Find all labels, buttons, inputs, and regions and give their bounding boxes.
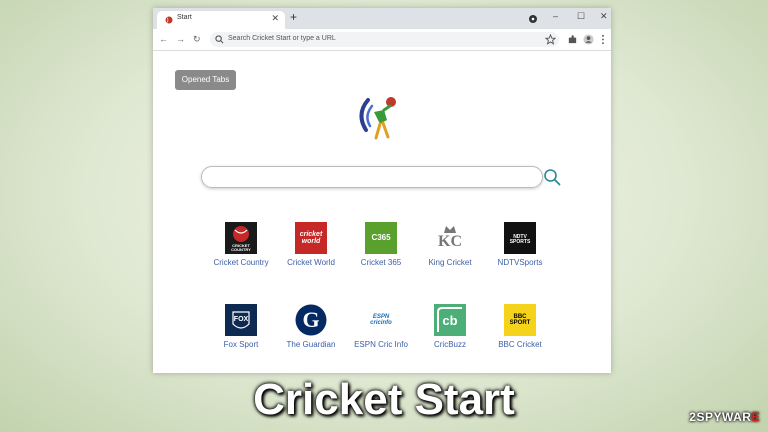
site-cricket-world[interactable]: cricket world Cricket World bbox=[271, 222, 351, 267]
site-label: Cricket Country bbox=[213, 258, 269, 267]
browser-window: Start ✕ + – ☐ ✕ ← → ↻ Search Cricket Sta… bbox=[153, 8, 611, 373]
cricket-ball-icon bbox=[165, 16, 173, 24]
site-label: The Guardian bbox=[286, 340, 336, 349]
site-the-guardian[interactable]: G The Guardian bbox=[271, 304, 351, 349]
site-label: Fox Sport bbox=[223, 340, 259, 349]
fox-sport-icon: FOX bbox=[225, 304, 257, 336]
image-caption: Cricket Start bbox=[253, 375, 515, 424]
ndtv-sports-icon: NDTV SPORTS bbox=[504, 222, 536, 254]
site-cricbuzz[interactable]: cb CricBuzz bbox=[410, 304, 490, 349]
minimize-button[interactable]: – bbox=[553, 10, 558, 22]
new-tab-button[interactable]: + bbox=[290, 11, 297, 23]
toolbar: ← → ↻ Search Cricket Start or type a URL bbox=[153, 29, 611, 51]
reload-button[interactable]: ↻ bbox=[193, 33, 201, 45]
bbc-sport-icon: BBC SPORT bbox=[504, 304, 536, 336]
site-ndtv-sports[interactable]: NDTV SPORTS NDTVSports bbox=[480, 222, 560, 267]
address-bar[interactable]: Search Cricket Start or type a URL bbox=[210, 32, 559, 47]
tab-close-icon[interactable]: ✕ bbox=[271, 13, 279, 23]
king-cricket-icon: KC bbox=[434, 222, 466, 254]
site-espn-cricinfo[interactable]: ESPN cricinfo ESPN Cric Info bbox=[341, 304, 421, 349]
maximize-button[interactable]: ☐ bbox=[577, 10, 585, 22]
extensions-icon[interactable] bbox=[567, 34, 578, 45]
address-placeholder: Search Cricket Start or type a URL bbox=[228, 35, 336, 42]
close-window-button[interactable]: ✕ bbox=[600, 10, 608, 22]
search-icon bbox=[215, 35, 224, 44]
tab-start[interactable]: Start ✕ bbox=[157, 11, 285, 29]
chrome-profile-icon[interactable] bbox=[529, 15, 537, 23]
profile-icon[interactable] bbox=[583, 34, 594, 45]
site-label: ESPN Cric Info bbox=[354, 340, 408, 349]
site-cricket-365[interactable]: C365 Cricket 365 bbox=[341, 222, 421, 267]
site-label: Cricket World bbox=[287, 258, 335, 267]
search-button-icon[interactable] bbox=[543, 168, 561, 186]
search-input[interactable] bbox=[201, 166, 543, 188]
site-label: King Cricket bbox=[428, 258, 472, 267]
opened-tabs-button[interactable]: Opened Tabs bbox=[175, 70, 236, 90]
cricket-365-icon: C365 bbox=[365, 222, 397, 254]
site-bbc-cricket[interactable]: BBC SPORT BBC Cricket bbox=[480, 304, 560, 349]
site-cricket-country[interactable]: CRICKET COUNTRY Cricket Country bbox=[201, 222, 281, 267]
site-label: CricBuzz bbox=[433, 340, 466, 349]
tab-title: Start bbox=[177, 14, 192, 21]
espn-cricinfo-icon: ESPN cricinfo bbox=[365, 304, 397, 336]
site-label: Cricket 365 bbox=[360, 258, 402, 267]
cricket-start-logo bbox=[359, 97, 396, 140]
the-guardian-icon: G bbox=[295, 304, 327, 336]
watermark-suffix: E bbox=[751, 410, 760, 424]
site-label: NDTVSports bbox=[497, 258, 543, 267]
site-fox-sport[interactable]: FOX Fox Sport bbox=[201, 304, 281, 349]
tab-bar: Start ✕ + – ☐ ✕ bbox=[153, 8, 611, 29]
forward-button[interactable]: → bbox=[176, 33, 185, 45]
cricket-country-icon: CRICKET COUNTRY bbox=[225, 222, 257, 254]
watermark: 2SPYWARE bbox=[689, 410, 760, 424]
site-label: BBC Cricket bbox=[498, 340, 542, 349]
cricbuzz-icon: cb bbox=[434, 304, 466, 336]
menu-icon[interactable] bbox=[601, 34, 605, 45]
watermark-brand: SPYWAR bbox=[696, 410, 752, 424]
cricket-world-icon: cricket world bbox=[295, 222, 327, 254]
back-button[interactable]: ← bbox=[159, 33, 168, 45]
star-icon[interactable] bbox=[545, 34, 556, 45]
site-king-cricket[interactable]: KC King Cricket bbox=[410, 222, 490, 267]
